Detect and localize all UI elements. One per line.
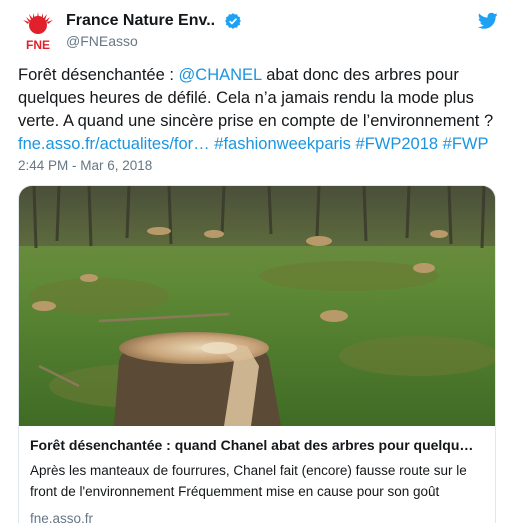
user-handle[interactable]: @FNEasso bbox=[66, 33, 242, 49]
card-description: Après les manteaux de fourrures, Chanel … bbox=[30, 463, 467, 499]
tweet-header: FNE France Nature Env.. @FNEasso bbox=[18, 8, 498, 56]
card-body: Forêt désenchantée : quand Chanel abat d… bbox=[19, 426, 495, 523]
forest-stumps-image[interactable] bbox=[19, 186, 495, 426]
card-title[interactable]: Forêt désenchantée : quand Chanel abat d… bbox=[30, 436, 484, 455]
fne-logo-avatar[interactable]: FNE bbox=[18, 10, 58, 52]
avatar-text: FNE bbox=[26, 38, 50, 52]
verified-badge-icon bbox=[224, 13, 241, 29]
tweet-text: Forêt désenchantée : @CHANEL abat donc d… bbox=[18, 64, 504, 156]
hashtag-link[interactable]: #FWP bbox=[443, 135, 489, 153]
display-name[interactable]: France Nature Env.. bbox=[66, 12, 215, 30]
twitter-bird-icon[interactable] bbox=[478, 12, 498, 30]
tweet-text-part-1: Forêt désenchantée : bbox=[18, 66, 179, 84]
card-domain: fne.asso.fr bbox=[30, 511, 94, 523]
tweet-timestamp[interactable]: 2:44 PM - Mar 6, 2018 bbox=[18, 158, 152, 173]
hashtag-link[interactable]: #fashionweekparis bbox=[214, 135, 351, 153]
hashtag-link[interactable]: #FWP2018 bbox=[356, 135, 439, 153]
mention-link-chanel[interactable]: @CHANEL bbox=[179, 66, 262, 84]
article-link[interactable]: fne.asso.fr/actualites/for… bbox=[18, 135, 210, 153]
link-preview-card[interactable]: Forêt désenchantée : quand Chanel abat d… bbox=[18, 185, 496, 523]
